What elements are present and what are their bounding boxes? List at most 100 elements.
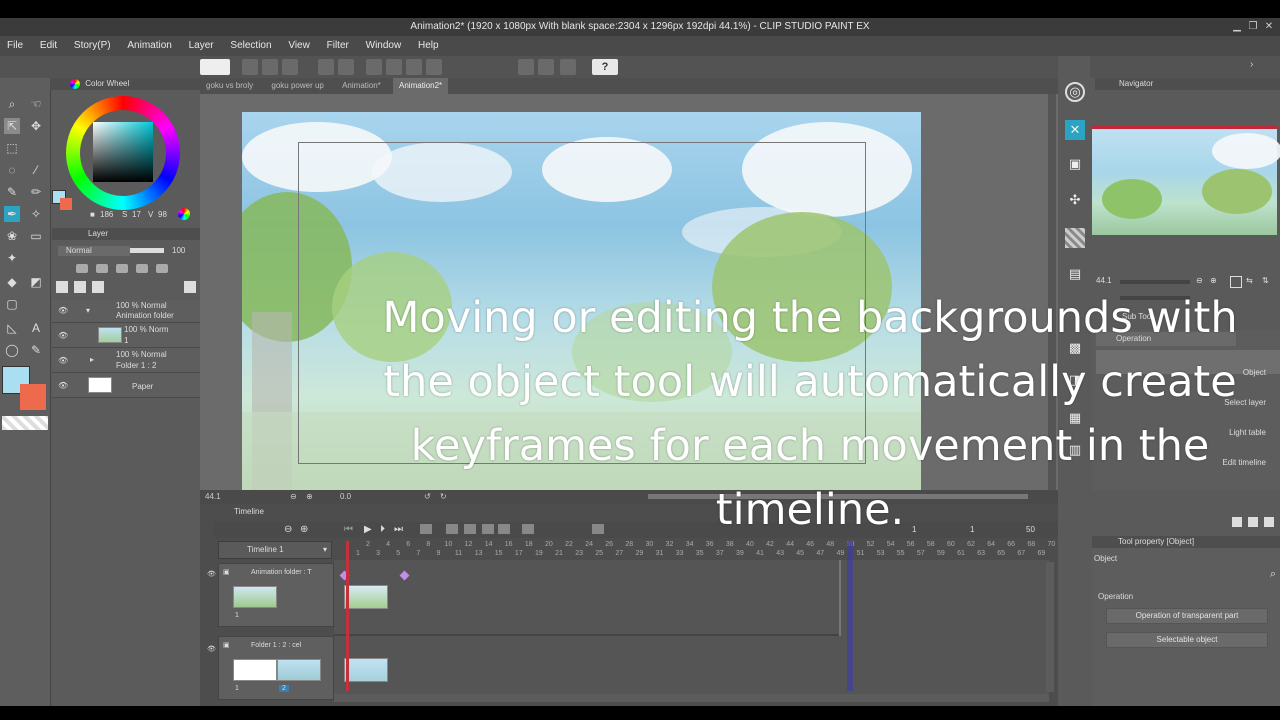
item-bank-icon[interactable]: ▦ xyxy=(1065,408,1085,428)
vertical-scrollbar[interactable] xyxy=(1048,94,1056,490)
redo-icon[interactable] xyxy=(338,59,354,75)
clip-layer-icon[interactable] xyxy=(116,264,128,273)
frame-number[interactable]: 38 xyxy=(724,541,736,548)
visibility-eye-icon[interactable]: 👁 xyxy=(58,331,68,340)
clip-studio-assets-icon[interactable]: ◎ xyxy=(1065,82,1085,102)
maximize-icon[interactable]: ❐ xyxy=(1246,18,1260,36)
canvas-zoom-value[interactable]: 44.1 xyxy=(205,490,221,504)
flip-vertical-icon[interactable]: ⇅ xyxy=(1262,276,1269,285)
timeline-tracks[interactable] xyxy=(334,560,1049,700)
frame-ruler[interactable]: 2 4 6 8 10 12 14 16 18 20 22 24 26 28 30 32 34 36 38 40 42 44… xyxy=(334,541,1055,559)
track-header-folder-1[interactable]: 👁 ▣ Folder 1 : 2 : cel 1 2 xyxy=(207,636,334,700)
frame-number[interactable]: 6 xyxy=(402,541,414,548)
frame-number[interactable]: 12 xyxy=(463,541,475,548)
transparent-part-select[interactable]: Operation of transparent part xyxy=(1106,608,1268,624)
eyedropper-icon[interactable]: ⁄ xyxy=(28,162,44,178)
frame-number[interactable]: 69 xyxy=(1035,550,1047,557)
sub-tool-select-layer[interactable]: Select layer xyxy=(1224,398,1266,407)
text-icon[interactable]: A xyxy=(28,320,44,336)
frame-number[interactable]: 34 xyxy=(684,541,696,548)
frame-number[interactable]: 13 xyxy=(473,550,485,557)
next-frame-icon[interactable]: ⏵ xyxy=(380,524,385,535)
zoom-icon[interactable]: ⌕ xyxy=(4,96,20,112)
frame-number[interactable]: 65 xyxy=(995,550,1007,557)
zoom-in-icon[interactable]: ⊕ xyxy=(306,490,313,504)
frame-number[interactable]: 8 xyxy=(422,541,434,548)
navigator-preview[interactable] xyxy=(1092,126,1280,235)
navigator-zoom-value[interactable]: 44.1 xyxy=(1096,276,1112,285)
color-value-g[interactable]: 17 xyxy=(132,210,141,219)
frame-number[interactable]: 47 xyxy=(814,550,826,557)
selectable-object-select[interactable]: Selectable object xyxy=(1106,632,1268,648)
layer-row-paper[interactable]: 👁 Paper xyxy=(52,373,200,398)
timeline-horizontal-scrollbar[interactable] xyxy=(334,694,1049,702)
fill-bucket-icon[interactable]: ◆ xyxy=(4,274,20,290)
menu-selection[interactable]: Selection xyxy=(223,36,278,56)
reference-layer-icon[interactable] xyxy=(136,264,148,273)
visibility-eye-icon[interactable]: 👁 xyxy=(58,381,68,390)
timeline-name-select[interactable]: Timeline 1 ▾ xyxy=(218,541,332,559)
tool-setting-icon[interactable]: ✣ xyxy=(1065,190,1085,210)
close-icon[interactable]: ✕ xyxy=(1262,18,1276,36)
frame-number[interactable]: 43 xyxy=(774,550,786,557)
doc-tab-animation[interactable]: Animation* xyxy=(336,78,387,94)
eraser-icon[interactable]: ▭ xyxy=(28,228,44,244)
frame-number[interactable]: 29 xyxy=(633,550,645,557)
selection-icon[interactable]: ⬚ xyxy=(4,140,20,156)
frame-number[interactable]: 9 xyxy=(432,550,444,557)
onion-skin-icon[interactable] xyxy=(498,524,510,534)
hand-icon[interactable]: ☜ xyxy=(28,96,44,112)
frame-number[interactable]: 57 xyxy=(915,550,927,557)
frame-number[interactable]: 55 xyxy=(895,550,907,557)
save-icon[interactable] xyxy=(282,59,298,75)
layer-row-cel-1[interactable]: 👁 100 % Norm 1 xyxy=(52,323,200,348)
layer-search-icon[interactable]: ▤ xyxy=(1065,264,1085,284)
track-header-animation-folder[interactable]: 👁 ▣ Animation folder : T 1 xyxy=(207,563,334,627)
airbrush-icon[interactable]: ✧ xyxy=(28,206,44,222)
blend-icon[interactable]: ✦ xyxy=(4,250,20,266)
visibility-eye-icon[interactable]: 👁 xyxy=(58,306,68,315)
clip-studio-icon[interactable] xyxy=(200,59,230,75)
canvas-angle-value[interactable]: 0.0 xyxy=(340,490,351,504)
ruler-icon[interactable]: ◺ xyxy=(4,320,20,336)
layer-list-icon[interactable]: ▥ xyxy=(1065,440,1085,460)
navigator-zoom-out-icon[interactable]: ⊖ xyxy=(1196,276,1203,285)
sub-color-swatch[interactable] xyxy=(20,384,46,410)
layer-property-icon[interactable]: ▣ xyxy=(1065,154,1085,174)
mask-icon[interactable] xyxy=(156,264,168,273)
layer-row-folder-1[interactable]: 👁 ▸ 100 % Normal Folder 1 : 2 xyxy=(52,348,200,373)
new-raster-layer-icon[interactable] xyxy=(56,281,68,293)
open-file-icon[interactable] xyxy=(262,59,278,75)
delete-layer-icon[interactable] xyxy=(184,281,196,293)
menu-edit[interactable]: Edit xyxy=(33,36,64,56)
clear-selection-icon[interactable] xyxy=(366,59,382,75)
sub-tool-light-table[interactable]: Light table xyxy=(1229,428,1266,437)
menu-window[interactable]: Window xyxy=(359,36,409,56)
new-animation-folder-icon[interactable] xyxy=(446,524,458,534)
brush-icon[interactable]: ✒ xyxy=(4,206,20,222)
new-folder-icon[interactable] xyxy=(92,281,104,293)
doc-tab-goku-vs-broly[interactable]: goku vs broly xyxy=(200,78,259,94)
decoration-icon[interactable]: ❀ xyxy=(4,228,20,244)
saturation-value-square[interactable] xyxy=(93,122,153,182)
keyframe-enable-icon[interactable] xyxy=(522,524,534,534)
end-frame-value[interactable]: 50 xyxy=(1026,525,1035,534)
frame-number[interactable]: 54 xyxy=(885,541,897,548)
undo-icon[interactable] xyxy=(318,59,334,75)
panel-collapse-right-icon[interactable]: › xyxy=(1250,59,1260,75)
ruler-snap-icon[interactable] xyxy=(518,59,534,75)
frame-number[interactable]: 24 xyxy=(583,541,595,548)
frame-number[interactable]: 14 xyxy=(483,541,495,548)
opacity-value[interactable]: 100 xyxy=(172,246,185,255)
blend-mode-select[interactable]: Normal xyxy=(58,246,130,256)
timeline-cel-1[interactable] xyxy=(344,585,388,609)
delete-sub-tool-icon[interactable] xyxy=(1264,517,1274,527)
frame-number[interactable]: 60 xyxy=(945,541,957,548)
frame-number[interactable]: 45 xyxy=(794,550,806,557)
rotate-left-icon[interactable]: ↺ xyxy=(424,490,431,504)
visibility-eye-icon[interactable]: 👁 xyxy=(207,645,216,653)
frame-number[interactable]: 1 xyxy=(352,550,364,557)
frame-number[interactable]: 2 xyxy=(362,541,374,548)
move-layer-icon[interactable]: ✥ xyxy=(28,118,44,134)
fit-navigator-icon[interactable] xyxy=(1230,276,1242,288)
